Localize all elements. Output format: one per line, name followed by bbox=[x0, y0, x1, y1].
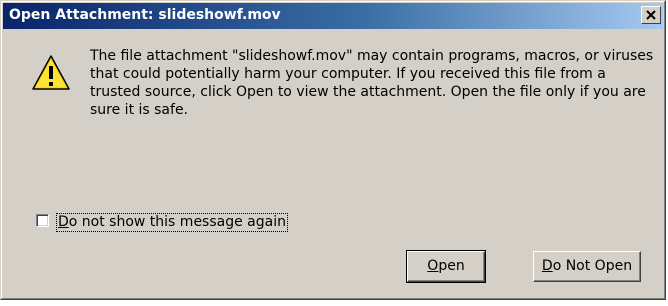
title-bar[interactable]: Open Attachment: slideshowf.mov bbox=[3, 3, 663, 29]
message-line: sure it is safe. bbox=[90, 102, 189, 118]
close-icon bbox=[646, 10, 656, 20]
do-not-open-button[interactable]: Do Not Open bbox=[533, 251, 641, 282]
warning-message: The file attachment "slideshowf.mov" may… bbox=[90, 47, 658, 119]
open-mnemonic: O bbox=[427, 258, 439, 274]
close-button[interactable] bbox=[641, 6, 661, 24]
do-not-show-again-checkbox[interactable] bbox=[36, 214, 49, 227]
do-not-show-again-label[interactable]: Do not show this message again bbox=[56, 213, 288, 232]
dialog-title: Open Attachment: slideshowf.mov bbox=[9, 7, 281, 23]
label-rest: o not show this message again bbox=[68, 214, 286, 230]
label-mnemonic: D bbox=[58, 214, 69, 230]
message-line: that could potentially harm your compute… bbox=[90, 66, 606, 82]
message-line: The file attachment "slideshowf.mov" may… bbox=[90, 48, 654, 64]
open-rest: pen bbox=[438, 258, 465, 274]
warning-triangle-icon bbox=[32, 55, 70, 90]
do-not-open-mnemonic: D bbox=[541, 258, 553, 274]
open-button[interactable]: Open bbox=[406, 250, 486, 283]
message-line: trusted source, click Open to view the a… bbox=[90, 84, 646, 100]
attachment-dialog: Open Attachment: slideshowf.mov The file… bbox=[0, 0, 666, 300]
do-not-open-rest: o Not Open bbox=[552, 258, 633, 274]
